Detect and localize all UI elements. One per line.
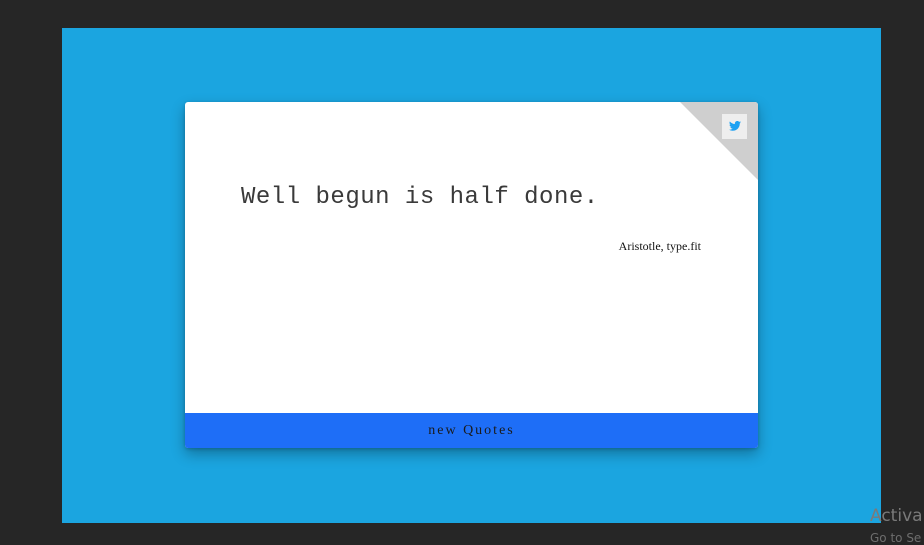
activation-watermark-subtitle: Go to Se	[870, 531, 922, 545]
quote-card: Well begun is half done. Aristotle, type…	[185, 102, 758, 448]
quote-text: Well begun is half done.	[241, 184, 599, 211]
activation-watermark-title: Activa	[870, 506, 923, 526]
new-quote-button[interactable]: new Quotes	[185, 413, 758, 448]
tweet-button[interactable]	[722, 114, 747, 139]
page-background: Well begun is half done. Aristotle, type…	[62, 28, 881, 523]
twitter-icon	[728, 118, 741, 136]
quote-author: Aristotle, type.fit	[618, 239, 701, 253]
